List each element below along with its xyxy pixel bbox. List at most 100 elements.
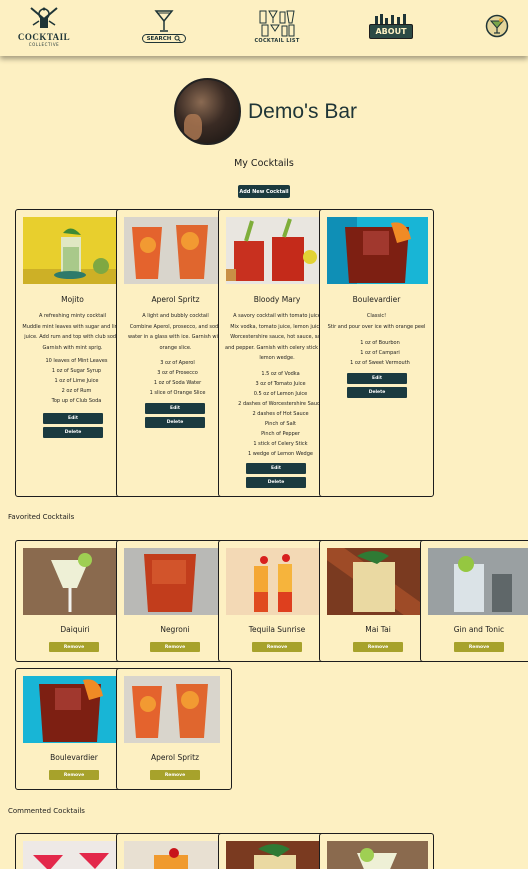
cocktail-image [226,548,322,615]
description-line: Mix vodka, tomato juice, lemon juice, [230,323,324,330]
remove-button[interactable]: Remove [454,642,504,652]
remove-button[interactable]: Remove [49,770,99,780]
cocktail-name: Boulevardier [50,753,98,762]
cocktail-image [124,676,220,743]
ingredient-item: 1 oz of Soda Water [124,378,231,388]
description-line: juice. Add rum and top with club soda. [24,334,121,340]
favorite-card: Gin and Tonic Remove [420,540,528,662]
cocktail-image [23,217,116,284]
cocktail-image [23,548,117,615]
remove-button[interactable]: Remove [150,642,200,652]
ingredient-item: 2 oz of Rum [23,386,130,396]
edit-button[interactable]: Edit [145,403,205,414]
cocktail-name: Mojito [61,295,84,304]
favorite-card: Negroni Remove [116,540,234,662]
logo-subtitle: COLLECTIVE [28,42,60,47]
description-line: Muddle mint leaves with sugar and lime [22,323,123,330]
avatar [174,78,241,145]
cocktail-image [327,217,428,284]
commented-card [116,833,234,869]
ingredient-item: 1 slice of Orange Slice [124,388,231,398]
cocktail-collective-logo-icon [30,7,58,28]
cocktail-name: Aperol Spritz [151,295,200,304]
cocktail-image [327,841,428,869]
ingredient-list: 3 oz of Aperol 3 oz of Prosecco 1 oz of … [117,358,231,398]
about-link[interactable]: ABOUT [369,0,413,52]
description-line: A savory cocktail with tomato juice [233,313,321,319]
cocktail-name: Tequila Sunrise [248,625,306,634]
description-line: Stir and pour over ice with orange peel [327,323,426,330]
cocktail-image [23,676,117,743]
commented-cocktails-title: Commented Cocktails [8,807,85,815]
cocktail-image [124,841,219,869]
favorited-cocktails-title: Favorited Cocktails [8,513,75,521]
description-line: A refreshing minty cocktail [38,313,107,319]
commented-card [319,833,434,869]
description-line: Combine Aperol, prosecco, and soda [129,323,222,330]
delete-button[interactable]: Delete [43,427,103,438]
cocktail-name: Negroni [160,625,190,634]
favorite-card: Aperol Spritz Remove [116,668,232,790]
remove-button[interactable]: Remove [353,642,403,652]
cocktail-name: Mai Tai [365,625,391,634]
delete-button[interactable]: Delete [145,417,205,428]
ingredient-item: 1 oz of Bourbon [327,338,433,348]
cocktail-card: Aperol Spritz A light and bubbly cocktai… [116,209,234,497]
top-navbar: COCKTAIL COLLECTIVE SEARCH COCKTAIL LIST [0,0,528,56]
description-line: Garnish with mint sprig. [42,344,103,351]
search-link[interactable]: SEARCH [138,0,190,52]
cocktail-name: Boulevardier [352,295,401,304]
ingredient-item: 10 leaves of Mint Leaves [23,356,130,366]
cocktail-card: Boulevardier Classic! Stir and pour over… [319,209,434,497]
edit-button[interactable]: Edit [347,373,407,384]
remove-button[interactable]: Remove [150,770,200,780]
ingredient-item: 1 oz of Sugar Syrup [23,366,130,376]
add-new-cocktail-button[interactable]: Add New Cocktail [238,185,290,198]
bar-name: Demo's Bar [248,99,358,123]
cocktail-description: A refreshing minty cocktail Muddle mint … [16,311,129,353]
logo-link[interactable]: COCKTAIL COLLECTIVE [17,0,71,52]
cocktail-name: Bloody Mary [253,295,301,304]
ingredient-item: Top up of Club Soda [23,396,130,406]
search-pill: SEARCH [141,34,187,43]
ingredient-item: 3 oz of Prosecco [124,368,231,378]
cocktail-image [428,548,528,615]
ingredient-item: 1 oz of Campari [327,348,433,358]
cocktail-description: A light and bubbly cocktail Combine Aper… [117,311,233,353]
profile-header: Demo's Bar [174,78,357,145]
cocktail-image [327,548,421,615]
cocktail-name: Aperol Spritz [150,753,200,762]
ingredient-item: 3 oz of Aperol [124,358,231,368]
cocktail-image [124,217,221,284]
description-line: and pepper. Garnish with celery stick an… [225,344,329,351]
description-line: water in a glass with ice. Garnish with [127,334,224,340]
cocktail-image [23,841,117,869]
remove-button[interactable]: Remove [49,642,99,652]
about-label: ABOUT [369,23,413,39]
description-line: Worcestershire sauce, hot sauce, salt [230,334,324,340]
ingredient-list: 1.5 oz of Vodka 3 oz of Tomato Juice 0.5… [219,369,335,459]
cocktail-name: Gin and Tonic [453,625,505,634]
ingredient-item: 1 oz of Sweet Vermouth [327,358,433,368]
description-line: Classic! [366,313,387,319]
cocktail-description: A savory cocktail with tomato juice Mix … [219,311,335,364]
profile-link[interactable] [484,0,510,52]
cocktail-image [124,548,219,615]
delete-button[interactable]: Delete [347,387,407,398]
cocktail-glasses-icon [259,10,295,37]
description-line: lemon wedge. [259,355,295,361]
cocktail-image [226,217,322,284]
ingredient-list: 10 leaves of Mint Leaves 1 oz of Sugar S… [16,356,130,406]
remove-button[interactable]: Remove [252,642,302,652]
logo-title: COCKTAIL [17,32,71,42]
cocktail-image [226,841,322,869]
my-cocktails-title: My Cocktails [234,158,294,169]
description-line: A light and bubbly cocktail [142,313,209,319]
ingredient-item: 1 oz of Lime Juice [23,376,130,386]
edit-button[interactable]: Edit [246,463,306,474]
edit-button[interactable]: Edit [43,413,103,424]
description-line: orange slice. [159,344,192,351]
delete-button[interactable]: Delete [246,477,306,488]
cocktail-list-label: COCKTAIL LIST [254,38,300,44]
cocktail-list-link[interactable]: COCKTAIL LIST [253,0,301,52]
